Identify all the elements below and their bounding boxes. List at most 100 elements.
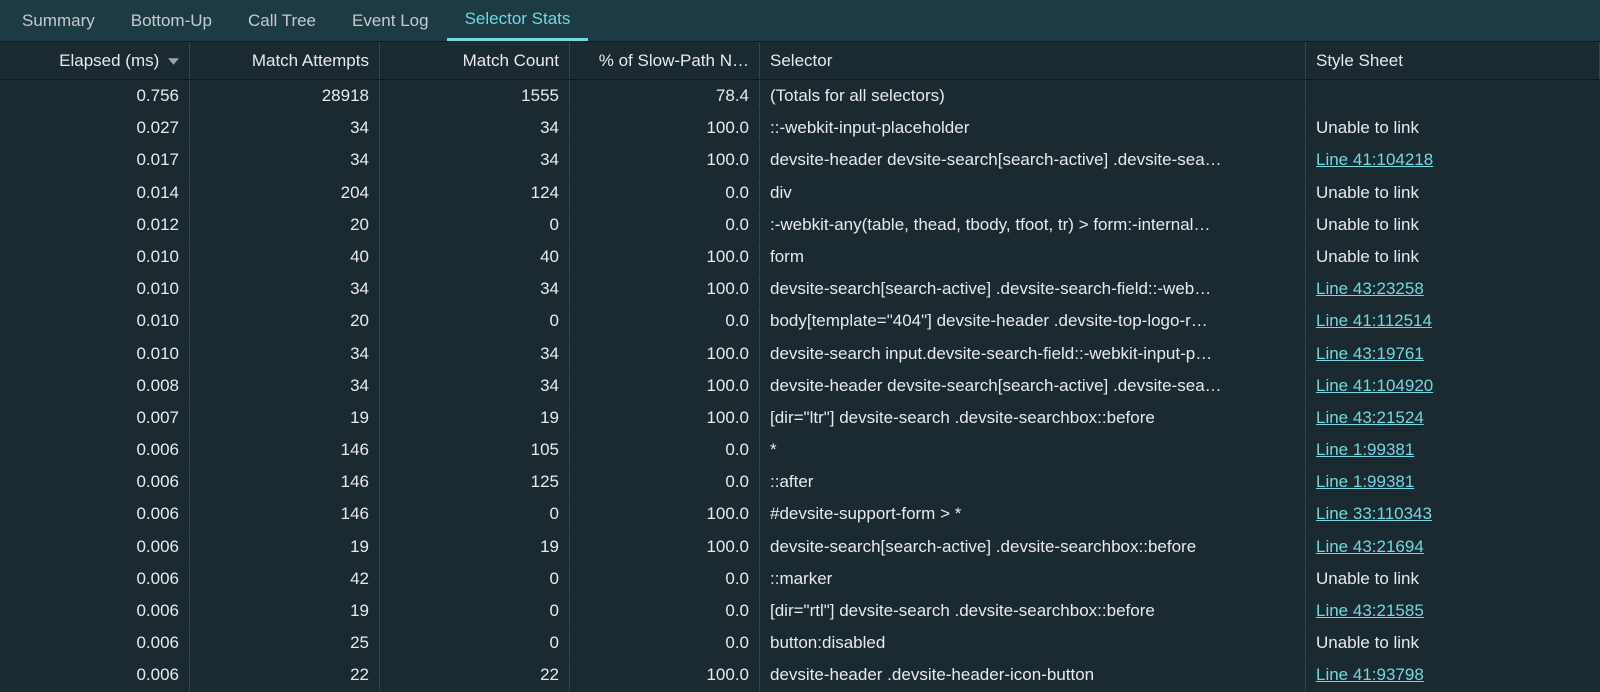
tab-call-tree[interactable]: Call Tree — [230, 0, 334, 41]
cell-match-attempts: 25 — [190, 627, 380, 658]
cell-slow-path-pct: 0.0 — [570, 466, 760, 497]
style-sheet-link[interactable]: Line 41:112514 — [1316, 311, 1432, 330]
tab-label: Call Tree — [248, 11, 316, 31]
style-sheet-link[interactable]: Line 41:93798 — [1316, 665, 1424, 684]
table-row[interactable]: 0.0061919100.0devsite-search[search-acti… — [0, 531, 1600, 563]
tabbar: Summary Bottom-Up Call Tree Event Log Select… — [0, 0, 1600, 42]
cell-style-sheet: Line 1:99381 — [1306, 466, 1600, 497]
cell-slow-path-pct: 0.0 — [570, 563, 760, 594]
column-header-elapsed[interactable]: Elapsed (ms) — [0, 42, 190, 79]
table-row[interactable]: 0.0104040100.0formUnable to link — [0, 241, 1600, 273]
cell-selector: devsite-search input.devsite-search-fiel… — [760, 338, 1306, 369]
cell-slow-path-pct: 100.0 — [570, 338, 760, 369]
style-sheet-link[interactable]: Line 1:99381 — [1316, 440, 1414, 459]
table-row[interactable]: 0.0103434100.0devsite-search[search-acti… — [0, 273, 1600, 305]
cell-match-count: 34 — [380, 370, 570, 401]
cell-elapsed: 0.010 — [0, 241, 190, 272]
column-header-label: Elapsed (ms) — [59, 51, 159, 70]
tab-bottom-up[interactable]: Bottom-Up — [113, 0, 230, 41]
cell-selector: button:disabled — [760, 627, 1306, 658]
table-row[interactable]: 0.0061461050.0*Line 1:99381 — [0, 434, 1600, 466]
cell-selector: ::-webkit-input-placeholder — [760, 112, 1306, 143]
cell-match-attempts: 34 — [190, 338, 380, 369]
column-header-match-count[interactable]: Match Count — [380, 42, 570, 79]
cell-style-sheet: Unable to link — [1306, 627, 1600, 658]
table-row[interactable]: 0.0061900.0[dir="rtl"] devsite-search .d… — [0, 595, 1600, 627]
style-sheet-link[interactable]: Line 1:99381 — [1316, 472, 1414, 491]
cell-match-attempts: 146 — [190, 498, 380, 529]
cell-selector: [dir="rtl"] devsite-search .devsite-sear… — [760, 595, 1306, 626]
cell-elapsed: 0.006 — [0, 466, 190, 497]
table-row[interactable]: 0.0103434100.0devsite-search input.devsi… — [0, 338, 1600, 370]
cell-style-sheet: Unable to link — [1306, 177, 1600, 208]
cell-match-count: 0 — [380, 627, 570, 658]
cell-match-count: 19 — [380, 531, 570, 562]
style-sheet-link[interactable]: Line 43:19761 — [1316, 344, 1424, 363]
sort-desc-icon — [168, 58, 179, 65]
cell-selector: devsite-header devsite-search[search-act… — [760, 370, 1306, 401]
column-header-style-sheet[interactable]: Style Sheet — [1306, 42, 1600, 79]
column-header-selector[interactable]: Selector — [760, 42, 1306, 79]
style-sheet-link[interactable]: Line 43:21694 — [1316, 537, 1424, 556]
selector-stats-table: Elapsed (ms) Match Attempts Match Count … — [0, 42, 1600, 692]
cell-match-attempts: 19 — [190, 402, 380, 433]
cell-style-sheet: Line 41:104218 — [1306, 144, 1600, 175]
cell-elapsed: 0.014 — [0, 177, 190, 208]
table-row[interactable]: 0.0273434100.0::-webkit-input-placeholde… — [0, 112, 1600, 144]
cell-match-count: 0 — [380, 563, 570, 594]
style-sheet-link[interactable]: Line 43:23258 — [1316, 279, 1424, 298]
cell-selector: :-webkit-any(table, thead, tbody, tfoot,… — [760, 209, 1306, 240]
tab-label: Event Log — [352, 11, 429, 31]
cell-style-sheet: Line 33:110343 — [1306, 498, 1600, 529]
tab-event-log[interactable]: Event Log — [334, 0, 447, 41]
table-row[interactable]: 0.0142041240.0divUnable to link — [0, 177, 1600, 209]
cell-slow-path-pct: 100.0 — [570, 659, 760, 690]
cell-slow-path-pct: 78.4 — [570, 80, 760, 111]
table-row[interactable]: 0.0062500.0button:disabledUnable to link — [0, 627, 1600, 659]
cell-selector: ::after — [760, 466, 1306, 497]
cell-style-sheet: Line 43:21524 — [1306, 402, 1600, 433]
cell-match-attempts: 146 — [190, 466, 380, 497]
cell-elapsed: 0.006 — [0, 563, 190, 594]
table-row[interactable]: 0.0061460100.0#devsite-support-form > *L… — [0, 498, 1600, 530]
cell-slow-path-pct: 100.0 — [570, 112, 760, 143]
style-sheet-link[interactable]: Line 41:104920 — [1316, 376, 1433, 395]
style-sheet-link[interactable]: Line 43:21585 — [1316, 601, 1424, 620]
cell-slow-path-pct: 0.0 — [570, 209, 760, 240]
cell-match-count: 0 — [380, 498, 570, 529]
table-header-row: Elapsed (ms) Match Attempts Match Count … — [0, 42, 1600, 80]
cell-style-sheet — [1306, 80, 1600, 111]
style-sheet-link[interactable]: Line 33:110343 — [1316, 504, 1432, 523]
table-row[interactable]: 0.0071919100.0[dir="ltr"] devsite-search… — [0, 402, 1600, 434]
cell-selector: form — [760, 241, 1306, 272]
cell-slow-path-pct: 0.0 — [570, 434, 760, 465]
tab-label: Summary — [22, 11, 95, 31]
cell-selector: devsite-search[search-active] .devsite-s… — [760, 273, 1306, 304]
table-row[interactable]: 0.75628918155578.4(Totals for all select… — [0, 80, 1600, 112]
cell-elapsed: 0.006 — [0, 498, 190, 529]
cell-match-attempts: 20 — [190, 209, 380, 240]
column-header-slow-path-pct[interactable]: % of Slow-Path N… — [570, 42, 760, 79]
style-sheet-link[interactable]: Line 43:21524 — [1316, 408, 1424, 427]
table-row[interactable]: 0.0102000.0body[template="404"] devsite-… — [0, 305, 1600, 337]
cell-match-attempts: 19 — [190, 531, 380, 562]
cell-selector: [dir="ltr"] devsite-search .devsite-sear… — [760, 402, 1306, 433]
table-row[interactable]: 0.0061461250.0::after Line 1:99381 — [0, 466, 1600, 498]
tab-selector-stats[interactable]: Selector Stats — [447, 0, 589, 41]
style-sheet-link[interactable]: Line 41:104218 — [1316, 150, 1433, 169]
table-row[interactable]: 0.0173434100.0devsite-header devsite-sea… — [0, 144, 1600, 176]
cell-match-attempts: 42 — [190, 563, 380, 594]
table-row[interactable]: 0.0122000.0:-webkit-any(table, thead, tb… — [0, 209, 1600, 241]
column-header-match-attempts[interactable]: Match Attempts — [190, 42, 380, 79]
cell-match-count: 34 — [380, 144, 570, 175]
cell-style-sheet: Line 41:93798 — [1306, 659, 1600, 690]
cell-match-attempts: 34 — [190, 370, 380, 401]
cell-slow-path-pct: 100.0 — [570, 273, 760, 304]
cell-match-count: 125 — [380, 466, 570, 497]
cell-selector: devsite-search[search-active] .devsite-s… — [760, 531, 1306, 562]
tab-summary[interactable]: Summary — [4, 0, 113, 41]
cell-match-count: 34 — [380, 112, 570, 143]
table-row[interactable]: 0.0083434100.0devsite-header devsite-sea… — [0, 370, 1600, 402]
table-row[interactable]: 0.0064200.0::markerUnable to link — [0, 563, 1600, 595]
cell-match-attempts: 146 — [190, 434, 380, 465]
